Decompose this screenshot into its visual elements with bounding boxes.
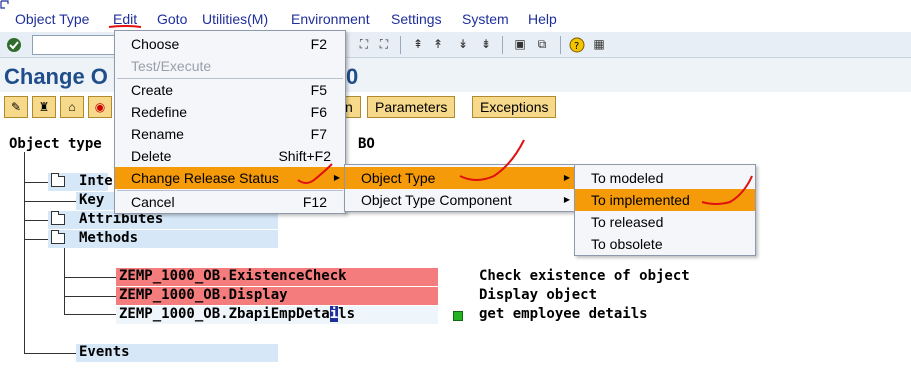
menu-item-create[interactable]: Create F5 [115,79,345,101]
page-title-suffix: 0 [346,64,359,89]
node-key[interactable]: Key [79,192,104,208]
check-object-icon: ◉ [94,100,106,114]
menu-item-object-type-component[interactable]: Object Type Component ▶ [345,189,575,211]
edit-pencil-button[interactable]: ✎ [4,96,28,118]
node-methods[interactable]: Methods [79,230,138,246]
status-green-icon [453,311,463,321]
check-icon[interactable] [6,37,22,53]
menu-item-cancel[interactable]: Cancel F12 [115,191,345,213]
tree-connector [24,239,48,240]
hat-icon: ♜ [38,100,50,114]
check-annotation-mark [297,163,333,184]
hierarchy-button[interactable]: ⌂ [60,96,84,118]
menu-utilities[interactable]: Utilities(M) [202,11,268,27]
node-interfaces[interactable]: Inte [79,173,113,189]
menu-system[interactable]: System [462,11,509,27]
tree-connector [64,314,116,315]
last-page-icon[interactable]: ⇟ [478,36,494,52]
folder-open-icon[interactable] [51,230,65,244]
shortcut-icon[interactable]: ⧉ [534,36,550,52]
method-name[interactable]: ZEMP_1000_OB.ZbapiEmpDetails [119,306,355,322]
hierarchy-icon: ⌂ [68,100,76,114]
submenu-arrow-icon: ▶ [563,195,570,204]
object-type-label: Object type [9,136,102,152]
exceptions-button[interactable]: Exceptions [472,96,557,118]
folder-closed-icon[interactable] [51,211,65,225]
tree-connector [24,201,76,202]
menu-item-to-obsolete[interactable]: To obsolete [575,233,755,255]
text-cursor: i [329,306,339,322]
menu-item-test-execute: Test/Execute [131,58,212,74]
new-session-icon[interactable]: ▣ [512,36,528,52]
first-page-icon[interactable]: ⇞ [410,36,426,52]
find-icon[interactable]: ⛶ [356,36,372,52]
check-annotation-mark [701,175,753,205]
help-icon[interactable]: ? [569,37,585,53]
submenu-arrow-icon: ▶ [563,173,570,182]
check-annotation-mark [459,139,525,181]
node-events[interactable]: Events [79,344,130,360]
method-name-part: ZEMP_1000_OB.ZbapiEmpDeta [119,306,330,322]
menu-item-redefine[interactable]: Redefine F6 [115,101,345,123]
menu-environment[interactable]: Environment [291,11,370,27]
tree-connector [64,248,65,314]
tree-connector [64,277,116,278]
command-field[interactable] [32,35,122,55]
menu-settings[interactable]: Settings [391,11,442,27]
check-object-button[interactable]: ◉ [88,96,112,118]
method-name[interactable]: ZEMP_1000_OB.Display [119,287,288,303]
pencil-icon: ✎ [10,100,22,114]
method-description: Display object [479,287,598,303]
parameters-button[interactable]: Parameters [367,96,456,118]
folder-closed-icon[interactable] [51,173,65,187]
tree-connector [24,182,48,183]
page-title: Change O [4,64,108,89]
method-description: Check existence of object [479,268,690,284]
menu-item-choose[interactable]: Choose F2 [115,33,345,55]
prev-page-icon[interactable]: ↟ [430,36,446,52]
find-next-icon[interactable]: ⛶ [376,36,392,52]
system-menu-icon[interactable] [0,0,10,10]
svg-text:?: ? [574,41,579,52]
object-type-value: BO [358,136,375,152]
tree-connector [64,296,116,297]
method-name[interactable]: ZEMP_1000_OB.ExistenceCheck [119,268,347,284]
toolbar-separator [560,36,561,54]
menu-item-rename[interactable]: Rename F7 [115,123,345,145]
method-name-part: ls [338,306,356,322]
display-change-button[interactable]: ♜ [32,96,56,118]
toolbar-separator [502,36,503,54]
menu-item-to-released[interactable]: To released [575,211,755,233]
next-page-icon[interactable]: ↡ [455,36,471,52]
menu-help[interactable]: Help [528,11,557,27]
method-description: get employee details [479,306,648,322]
menu-goto[interactable]: Goto [157,11,187,27]
tree-connector [24,353,76,354]
toolbar-separator [400,36,401,54]
customize-icon[interactable]: ▦ [591,36,607,52]
menu-object-type[interactable]: Object Type [15,11,89,27]
tree-connector [24,220,48,221]
